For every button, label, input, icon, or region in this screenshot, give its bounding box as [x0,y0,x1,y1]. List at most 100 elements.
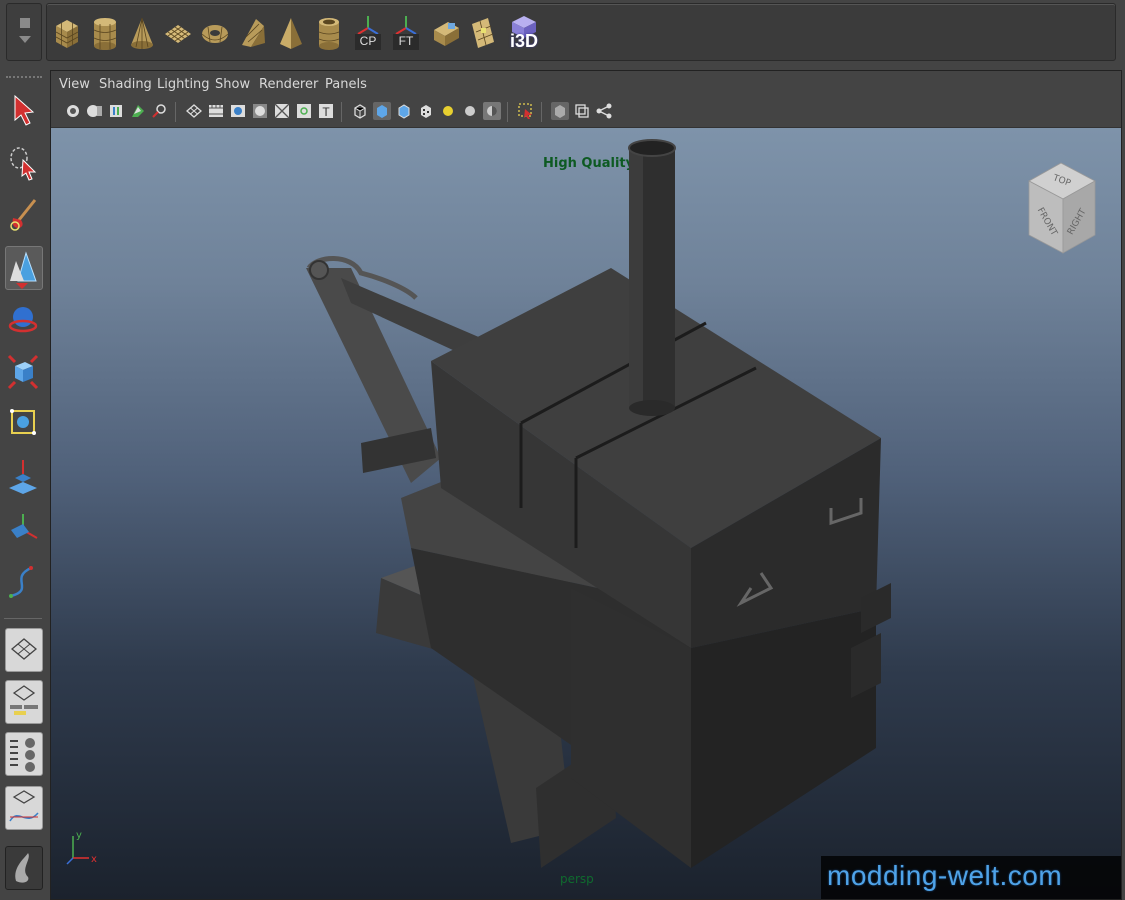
show-manipulator-button[interactable] [5,508,41,550]
layout-persp-graph-button[interactable] [5,786,43,830]
toolbar-separator [341,102,342,122]
image-plane-icon[interactable] [129,102,147,120]
safe-title-icon[interactable]: T [317,102,335,120]
freeze-transform-icon[interactable]: FT [391,14,421,52]
menu-view[interactable]: View [59,77,90,92]
persp-graph-icon [9,790,39,822]
single-perspective-icon [10,638,38,660]
lasso-tool-button[interactable] [5,142,41,184]
scale-tool-button[interactable] [5,350,41,392]
show-manip-icon [11,514,38,539]
textured-icon[interactable] [417,102,435,120]
wireframe-icon[interactable] [351,102,369,120]
watermark-box: modding-welt.com [821,856,1121,899]
layout-single-button[interactable] [5,628,43,672]
universal-manip-icon [10,409,36,435]
i3d-export-icon[interactable]: i3D [507,14,541,52]
pivot-axes-icon [357,16,379,35]
axis-y-label: y [76,830,82,841]
viewport-panel: View Shading Lighting Show Renderer Pane… [50,70,1122,900]
toolbar-separator [541,102,542,122]
curve-tool-button[interactable] [5,560,41,602]
transform-axes-icon [395,16,417,35]
axis-x-label: x [91,854,97,865]
menu-renderer[interactable]: Renderer [259,77,318,92]
shelf-icons: CP FT i3D [46,3,1116,61]
menu-lighting[interactable]: Lighting [157,77,210,92]
uv-plane-icon[interactable] [468,14,498,52]
wireframe-on-shaded-icon[interactable] [395,102,413,120]
smooth-shade-icon[interactable] [373,102,391,120]
poly-pyramid-icon[interactable] [276,14,306,52]
safe-action-icon[interactable] [295,102,313,120]
gate-mask-icon[interactable] [251,102,269,120]
lower-block-right [691,608,876,868]
freeze-transform-label: FT [393,34,419,50]
poly-cylinder-icon[interactable] [90,14,120,52]
menu-shading[interactable]: Shading [99,77,152,92]
curve-icon [9,566,33,598]
select-camera-icon[interactable] [64,102,82,120]
shelf-bar: CP FT i3D [0,0,1125,64]
toolbox [0,70,47,900]
isolate-select-icon[interactable] [517,102,535,120]
tractor-weight-model[interactable] [51,128,1121,899]
two-d-pan-zoom-icon[interactable] [151,102,169,120]
menu-panels[interactable]: Panels [325,77,367,92]
panel-toolbar: T [51,97,1121,128]
layout-outliner-button[interactable] [5,732,43,776]
shadows-icon[interactable] [483,102,501,120]
move-tool-button[interactable] [5,246,43,290]
toolbox-divider [4,618,42,619]
exhaust-pipe-opening [628,139,676,157]
soft-mod-icon [9,460,37,494]
arm-hook [309,260,329,280]
toolbox-grip[interactable] [6,76,42,84]
select-arrow-icon [14,94,35,126]
center-pivot-label: CP [355,34,381,50]
shelf-menu-arrow-icon[interactable] [19,36,31,43]
camera-name-label: persp [560,872,594,886]
uv-box-icon[interactable] [431,14,461,52]
bookmark-icon[interactable] [107,102,125,120]
xray-icon[interactable] [551,102,569,120]
menu-show[interactable]: Show [215,77,250,92]
outliner-icon [10,738,35,772]
move-tool-icon [10,251,37,289]
hypershade-button[interactable] [5,846,43,890]
poly-prism-icon[interactable] [238,14,268,52]
field-chart-icon[interactable] [273,102,291,120]
resolution-gate-icon[interactable] [229,102,247,120]
grid-icon[interactable] [185,102,203,120]
poly-cube-icon[interactable] [52,14,82,52]
paint-brush-icon [10,199,37,231]
poly-torus-icon[interactable] [200,14,230,52]
layout-persp-outliner-button[interactable] [5,680,43,724]
shelf-tab-square-icon [20,18,30,28]
exhaust-pipe-base [629,400,675,416]
default-lighting-icon[interactable] [439,102,457,120]
persp-outliner-icon [10,685,38,715]
svg-text:T: T [322,105,330,119]
rotate-tool-button[interactable] [5,298,41,340]
camera-attributes-icon[interactable] [85,102,103,120]
poly-cone-icon[interactable] [127,14,157,52]
soft-modification-button[interactable] [5,456,41,498]
watermark-text: modding-welt.com [827,860,1063,891]
all-lights-icon[interactable] [461,102,479,120]
film-gate-icon[interactable] [207,102,225,120]
universal-manipulator-button[interactable] [5,402,41,444]
rotate-tool-icon [8,307,38,333]
poly-pipe-icon[interactable] [314,14,344,52]
poly-plane-icon[interactable] [163,14,193,52]
paint-select-tool-button[interactable] [5,194,41,236]
shelf-tabs-toggle[interactable] [6,3,42,61]
perspective-viewport[interactable]: High Quality TOP FRONT RIGHT y x persp m… [51,128,1121,899]
center-pivot-icon[interactable]: CP [353,14,383,52]
share-nodes-icon[interactable] [595,102,613,120]
toolbar-separator [507,102,508,122]
xray-joints-icon[interactable] [573,102,591,120]
scale-tool-icon [7,354,39,390]
select-tool-button[interactable] [5,88,41,130]
lasso-icon [10,147,37,181]
